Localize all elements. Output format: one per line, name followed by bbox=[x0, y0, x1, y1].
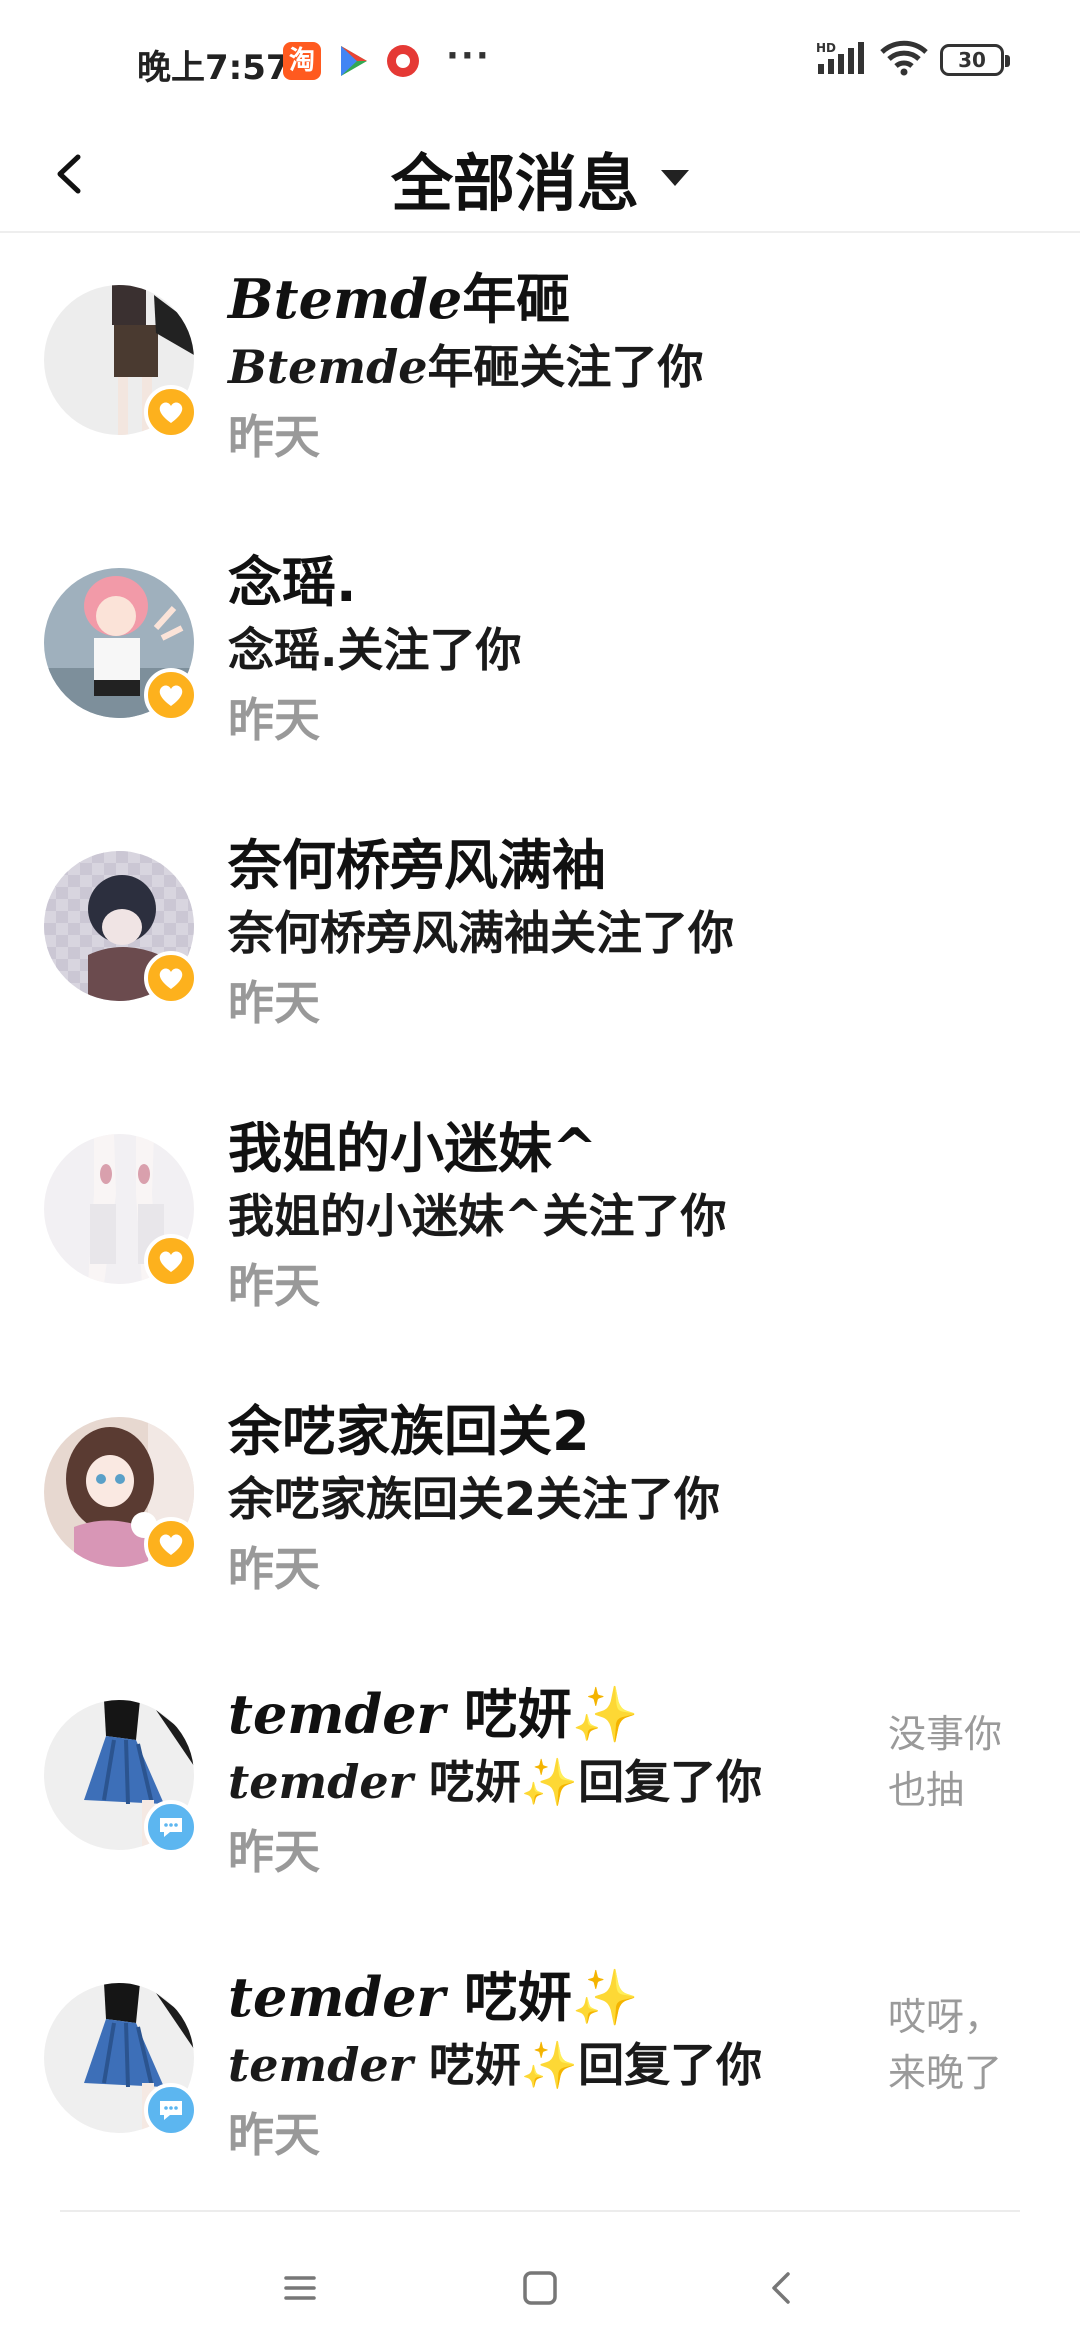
message-text: 我姐的小迷妹^关注了你 bbox=[228, 1189, 727, 1243]
caret-down-icon bbox=[661, 170, 689, 186]
list-item[interactable]: Btemde年砸 Btemde年砸关注了你 昨天 bbox=[0, 233, 1080, 516]
timestamp: 昨天 bbox=[228, 693, 320, 747]
top-bar: 全部消息 bbox=[0, 125, 1080, 233]
sender-name: temder 呓妍✨ bbox=[228, 1682, 640, 1746]
list-item[interactable]: temder 呓妍✨ temder 呓妍✨回复了你 昨天 哎呀，来晚了 bbox=[0, 1931, 1080, 2214]
timestamp: 昨天 bbox=[228, 1542, 320, 1596]
heart-icon bbox=[159, 1251, 183, 1272]
follow-badge bbox=[144, 385, 198, 439]
reply-badge bbox=[144, 2083, 198, 2137]
heart-icon bbox=[159, 685, 183, 706]
sender-name: 念瑶. bbox=[228, 551, 357, 614]
chevron-left-icon bbox=[772, 2272, 790, 2304]
message-text: 余呓家族回关2关注了你 bbox=[228, 1472, 721, 1526]
sender-name: temder 呓妍✨ bbox=[228, 1965, 640, 2029]
chat-bubble-icon bbox=[160, 1818, 182, 1837]
timestamp: 昨天 bbox=[228, 1825, 320, 1879]
timestamp: 昨天 bbox=[228, 410, 320, 464]
more-notifications-icon: ··· bbox=[446, 36, 491, 76]
chat-bubble-icon bbox=[160, 2101, 182, 2120]
heart-icon bbox=[159, 402, 183, 423]
sender-name: 奈何桥旁风满袖 bbox=[228, 834, 606, 897]
reply-preview: 没事你也抽 bbox=[888, 1712, 1003, 1812]
message-filter-dropdown[interactable]: 全部消息 bbox=[391, 133, 689, 223]
message-list: Btemde年砸 Btemde年砸关注了你 昨天 念瑶. 念瑶.关注了你 昨天 bbox=[0, 233, 1080, 2214]
message-text: 念瑶.关注了你 bbox=[228, 623, 522, 677]
heart-icon bbox=[159, 968, 183, 989]
reply-preview: 哎呀，来晚了 bbox=[888, 1995, 1003, 2095]
message-text: 奈何桥旁风满袖关注了你 bbox=[228, 906, 734, 960]
wifi-icon bbox=[880, 40, 928, 80]
square-icon bbox=[523, 2271, 557, 2305]
status-bar: 晚上7:57 淘 ··· HD 30 bbox=[0, 0, 1080, 125]
divider bbox=[60, 2210, 1020, 2212]
message-text: temder 呓妍✨回复了你 bbox=[228, 1755, 763, 1809]
timestamp: 昨天 bbox=[228, 976, 320, 1030]
timestamp: 昨天 bbox=[228, 2108, 320, 2162]
status-time: 晚上7:57 bbox=[137, 48, 290, 88]
follow-badge bbox=[144, 1517, 198, 1571]
message-text: Btemde年砸关注了你 bbox=[228, 340, 704, 394]
list-item[interactable]: temder 呓妍✨ temder 呓妍✨回复了你 昨天 没事你也抽 bbox=[0, 1648, 1080, 1931]
play-store-icon bbox=[333, 42, 371, 80]
home-button[interactable] bbox=[510, 2258, 570, 2318]
svg-text:HD: HD bbox=[816, 41, 836, 55]
sender-name: 我姐的小迷妹^ bbox=[228, 1117, 598, 1180]
system-nav-bar bbox=[0, 2210, 1080, 2340]
list-item[interactable]: 奈何桥旁风满袖 奈何桥旁风满袖关注了你 昨天 bbox=[0, 799, 1080, 1082]
reply-badge bbox=[144, 1800, 198, 1854]
follow-badge bbox=[144, 1234, 198, 1288]
sender-name: Btemde年砸 bbox=[228, 267, 571, 331]
message-text: temder 呓妍✨回复了你 bbox=[228, 2038, 763, 2092]
list-item[interactable]: 我姐的小迷妹^ 我姐的小迷妹^关注了你 昨天 bbox=[0, 1082, 1080, 1365]
follow-badge bbox=[144, 951, 198, 1005]
signal-icon: HD bbox=[816, 40, 868, 80]
taobao-icon: 淘 bbox=[283, 42, 321, 80]
follow-badge bbox=[144, 668, 198, 722]
sender-name: 余呓家族回关2 bbox=[228, 1400, 590, 1463]
recent-apps-button[interactable] bbox=[270, 2258, 330, 2318]
page-title: 全部消息 bbox=[390, 147, 639, 220]
system-back-button[interactable] bbox=[752, 2258, 812, 2318]
list-item[interactable]: 余呓家族回关2 余呓家族回关2关注了你 昨天 bbox=[0, 1365, 1080, 1648]
heart-icon bbox=[159, 1534, 183, 1555]
timestamp: 昨天 bbox=[228, 1259, 320, 1313]
list-item[interactable]: 念瑶. 念瑶.关注了你 昨天 bbox=[0, 516, 1080, 799]
record-icon bbox=[384, 42, 422, 80]
battery-icon: 30 bbox=[940, 44, 1010, 76]
menu-icon bbox=[284, 2276, 316, 2300]
